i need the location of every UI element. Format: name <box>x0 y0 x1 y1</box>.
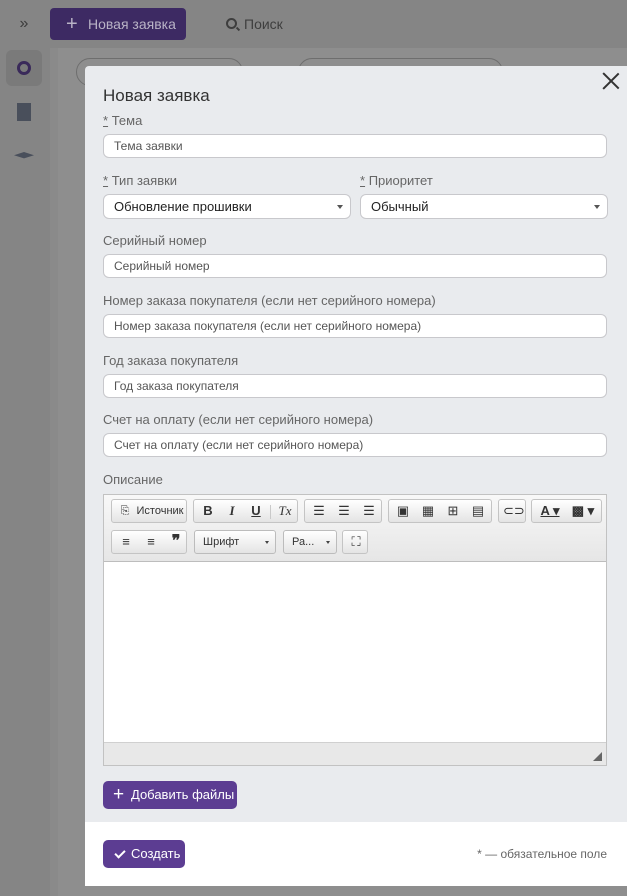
source-icon: ⎘ <box>120 505 130 517</box>
editor-toolbar: ⎘ Источник B I U Tx ☰ ☰ ☰ ▣ ▦ ⊞ ▤ ⊂⊃ A ▾… <box>104 495 606 562</box>
editor-content-area[interactable] <box>104 562 606 743</box>
link-icon[interactable]: ⊂⊃ <box>503 503 525 519</box>
check-icon <box>114 847 126 859</box>
color-group: A ▾ ▩ ▾ <box>531 499 602 523</box>
priority-value: Обычный <box>371 199 429 214</box>
resize-grip-icon[interactable] <box>593 752 602 761</box>
editor-status-bar <box>104 742 606 765</box>
text-color-icon[interactable]: A ▾ <box>536 503 564 519</box>
chevron-down-icon <box>265 541 269 544</box>
page-break-icon[interactable]: ▤ <box>468 503 488 519</box>
blockquote-icon[interactable]: ❞ <box>166 534 186 550</box>
priority-label: * Приоритет <box>360 173 433 188</box>
required-mark: * <box>103 113 109 128</box>
description-editor: ⎘ Источник B I U Tx ☰ ☰ ☰ ▣ ▦ ⊞ ▤ ⊂⊃ A ▾… <box>103 494 607 766</box>
align-right-icon[interactable]: ☰ <box>359 503 379 519</box>
theme-input[interactable] <box>103 134 607 158</box>
create-label: Создать <box>131 846 181 861</box>
invoice-label: Счет на оплату (если нет серийного номер… <box>103 412 374 427</box>
sidebar-item-documents[interactable] <box>6 96 42 132</box>
description-label: Описание <box>103 472 163 487</box>
clear-format-button[interactable]: Tx <box>275 503 295 519</box>
underline-button[interactable]: U <box>247 503 265 519</box>
font-combo[interactable]: Шрифт <box>194 530 276 554</box>
close-icon[interactable] <box>602 72 620 90</box>
invoice-input[interactable] <box>103 433 607 457</box>
serial-input[interactable] <box>103 254 607 278</box>
align-center-icon[interactable]: ☰ <box>334 503 354 519</box>
required-mark: * <box>360 173 366 188</box>
create-button[interactable]: Создать <box>103 840 185 868</box>
modal-footer: Создать * — обязательное поле <box>85 822 627 886</box>
source-button[interactable]: ⎘ Источник <box>111 499 187 523</box>
table-grid-icon[interactable]: ⊞ <box>443 503 463 519</box>
plus-icon: + <box>113 784 125 805</box>
document-icon <box>17 103 31 121</box>
theme-label: * Тема <box>103 113 143 128</box>
search-button[interactable]: Поиск <box>226 8 283 40</box>
chevron-down-icon <box>337 205 343 209</box>
toolbar-separator <box>270 505 271 519</box>
order-year-input[interactable] <box>103 374 607 398</box>
app-sidebar <box>0 48 50 896</box>
chevron-down-icon <box>326 541 330 544</box>
numbered-list-icon[interactable]: ≡ <box>116 534 136 550</box>
list-group: ≡ ≡ ❞ <box>111 530 187 554</box>
search-icon <box>226 18 237 29</box>
target-icon <box>17 61 31 75</box>
graduation-cap-icon <box>14 152 34 159</box>
align-group: ☰ ☰ ☰ <box>304 499 382 523</box>
italic-button[interactable]: I <box>223 503 241 519</box>
bg-color-icon[interactable]: ▩ ▾ <box>568 503 598 519</box>
priority-select[interactable]: Обычный <box>360 194 608 219</box>
app-header: » + Новая заявка Поиск <box>0 0 627 48</box>
bulleted-list-icon[interactable]: ≡ <box>141 534 161 550</box>
chevron-down-icon <box>594 205 600 209</box>
search-label: Поиск <box>244 16 283 32</box>
serial-label: Серийный номер <box>103 233 207 248</box>
request-type-label: * Тип заявки <box>103 173 178 188</box>
maximize-group: ⛶ <box>342 530 368 554</box>
font-combo-label: Шрифт <box>203 536 240 548</box>
align-left-icon[interactable]: ☰ <box>309 503 329 519</box>
new-request-modal: Новая заявка * Тема * Тип заявки Обновле… <box>85 66 627 886</box>
bold-button[interactable]: B <box>199 503 217 519</box>
table-icon[interactable]: ▦ <box>418 503 438 519</box>
sidebar-item-learning[interactable] <box>6 140 42 176</box>
plus-icon: + <box>66 13 78 35</box>
image-icon[interactable]: ▣ <box>393 503 413 519</box>
request-type-value: Обновление прошивки <box>114 199 252 214</box>
order-number-input[interactable] <box>103 314 607 338</box>
required-mark: * <box>103 173 109 188</box>
order-year-label: Год заказа покупателя <box>103 353 239 368</box>
add-files-button[interactable]: + Добавить файлы <box>103 781 237 809</box>
size-combo[interactable]: Ра... <box>283 530 337 554</box>
modal-title: Новая заявка <box>103 86 210 105</box>
new-request-label: Новая заявка <box>88 16 176 32</box>
sidebar-item-requests[interactable] <box>6 50 42 86</box>
source-label: Источник <box>136 505 184 517</box>
request-type-select[interactable]: Обновление прошивки <box>103 194 351 219</box>
insert-group: ▣ ▦ ⊞ ▤ <box>388 499 492 523</box>
format-group: B I U Tx <box>193 499 298 523</box>
required-field-note: * — обязательное поле <box>477 847 607 861</box>
order-number-label: Номер заказа покупателя (если нет серийн… <box>103 293 436 308</box>
add-files-label: Добавить файлы <box>131 787 235 802</box>
expand-sidebar-button[interactable]: » <box>14 14 34 34</box>
link-group: ⊂⊃ <box>498 499 526 523</box>
size-combo-label: Ра... <box>292 536 315 548</box>
maximize-icon[interactable]: ⛶ <box>346 534 366 550</box>
new-request-button[interactable]: + Новая заявка <box>50 8 186 40</box>
